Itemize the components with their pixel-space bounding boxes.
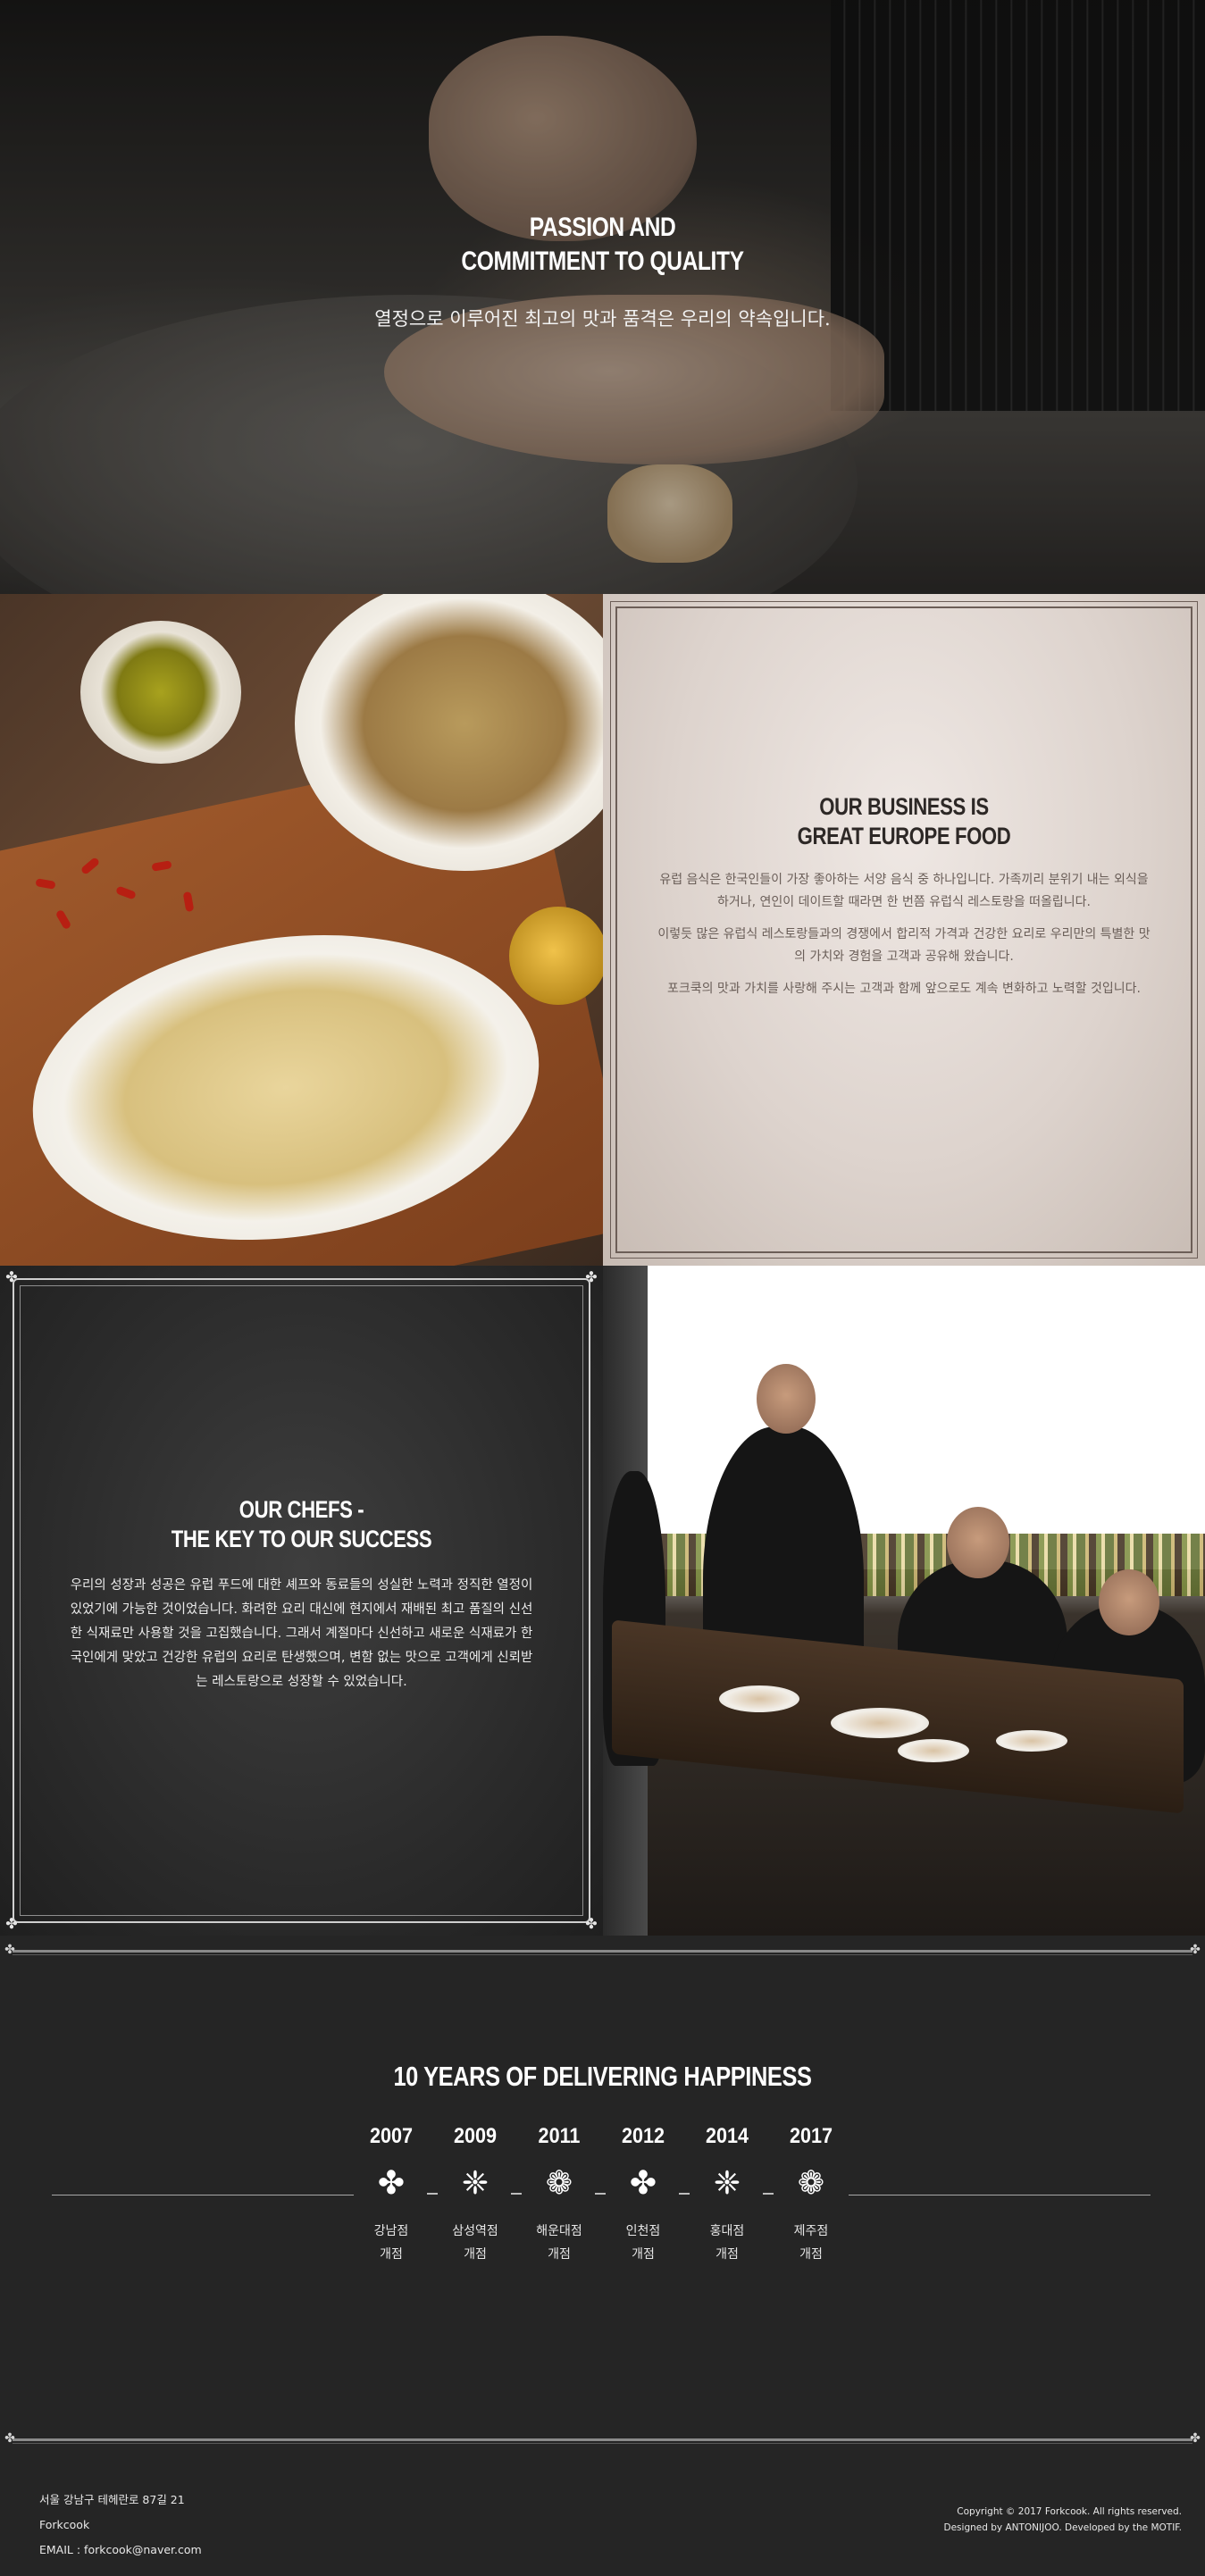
chef-head	[1099, 1569, 1159, 1635]
divider-line: ✤ ✤	[4, 1944, 1201, 1956]
business-title: OUR BUSINESS IS GREAT EUROPE FOOD	[657, 792, 1151, 851]
corner-ornament-icon: ✤	[585, 1268, 598, 1285]
plate	[831, 1708, 929, 1738]
timeline-label-line: 강남점	[373, 2224, 409, 2238]
timeline-label: 제주점 개점	[769, 2220, 853, 2266]
footer-legal: Copyright © 2017 Forkcook. All rights re…	[944, 2504, 1182, 2536]
timeline-label-line: 홍대점	[709, 2224, 745, 2238]
hero-title-line: COMMITMENT TO QUALITY	[461, 247, 744, 276]
pepper-bowl	[80, 621, 241, 764]
timeline-label: 해운대점 개점	[517, 2220, 601, 2266]
chefs-panel: ✤ ✤ ✤ ✤ OUR CHEFS - THE KEY TO OUR SUCCE…	[0, 1266, 603, 1936]
timeline-label-line: 개점	[799, 2247, 823, 2262]
sunflower-icon: ❁	[545, 2165, 573, 2202]
timeline-year: 2009	[453, 2124, 498, 2148]
timeline-label-line: 해운대점	[536, 2224, 582, 2238]
timeline-label-line: 인천점	[625, 2224, 661, 2238]
chefs-section: ✤ ✤ ✤ ✤ OUR CHEFS - THE KEY TO OUR SUCCE…	[0, 1266, 1205, 1936]
divider-ornament-icon: ✤	[1190, 1943, 1201, 1957]
business-paragraph: 이렇듯 많은 유럽식 레스토랑들과의 경쟁에서 합리적 가격과 건강한 요리로 …	[657, 927, 1151, 964]
timeline-label-line: 개점	[380, 2247, 403, 2262]
timeline-item: 2009 ❈ 삼성역점 개점	[433, 2123, 517, 2266]
divider-ornament-icon: ✤	[4, 2431, 15, 2446]
business-paragraph: 유럽 음식은 한국인들이 가장 좋아하는 서양 음식 중 하나입니다. 가족끼리…	[659, 873, 1149, 909]
hero-text: PASSION AND COMMITMENT TO QUALITY 열정으로 이…	[0, 211, 1205, 338]
chefs-title-line: OUR CHEFS -	[238, 1496, 364, 1523]
timeline-label-line: 삼성역점	[452, 2224, 498, 2238]
timeline-label-line: 개점	[548, 2247, 571, 2262]
plate	[996, 1730, 1067, 1752]
timeline-item: 2017 ❁ 제주점 개점	[769, 2123, 853, 2266]
business-title-line: OUR BUSINESS IS	[819, 793, 989, 820]
footer-email-link[interactable]: EMAIL : forkcook@naver.com	[39, 2538, 202, 2563]
timeline-year: 2011	[538, 2124, 581, 2148]
food-photo	[0, 594, 603, 1266]
timeline-year: 2007	[369, 2124, 414, 2148]
business-content: OUR BUSINESS IS GREAT EUROPE FOOD 유럽 음식은…	[603, 792, 1205, 1010]
corner-ornament-icon: ✤	[5, 1268, 18, 1285]
hero-title-line: PASSION AND	[529, 213, 676, 242]
divider-ornament-icon: ✤	[1190, 2431, 1201, 2446]
footer: 서울 강남구 테헤란로 87길 21 Forkcook EMAIL : fork…	[0, 2455, 1205, 2576]
history-section: ✤ ✤ 10 YEARS OF DELIVERING HAPPINESS 200…	[0, 1936, 1205, 2455]
timeline: 2007 ✤ 강남점 개점 2009 ❈ 삼성역점 개점 2011 ❁ 해운대점…	[0, 2123, 1205, 2302]
timeline-label: 강남점 개점	[349, 2220, 433, 2266]
business-section: OUR BUSINESS IS GREAT EUROPE FOOD 유럽 음식은…	[0, 594, 1205, 1266]
timeline-item: 2007 ✤ 강남점 개점	[349, 2123, 433, 2266]
corner-ornament-icon: ✤	[5, 1915, 18, 1932]
flower-cross-icon: ✤	[377, 2165, 406, 2202]
corner-ornament-icon: ✤	[585, 1915, 598, 1932]
history-title: 10 YEARS OF DELIVERING HAPPINESS	[393, 2061, 812, 2092]
flower-cross-icon: ✤	[629, 2165, 657, 2202]
hero-title: PASSION AND COMMITMENT TO QUALITY	[108, 211, 1096, 279]
hero-subtitle: 열정으로 이루어진 최고의 맛과 품격은 우리의 약속입니다.	[374, 308, 831, 330]
sunflower-icon: ❁	[797, 2165, 825, 2202]
plate	[898, 1739, 969, 1762]
timeline-item: 2012 ✤ 인천점 개점	[601, 2123, 685, 2266]
business-title-line: GREAT EUROPE FOOD	[797, 823, 1011, 849]
flower-burst-icon: ❈	[713, 2165, 741, 2202]
timeline-label: 삼성역점 개점	[433, 2220, 517, 2266]
footer-company: Forkcook	[39, 2518, 90, 2531]
timeline-label-line: 개점	[715, 2247, 739, 2262]
divider-ornament-icon: ✤	[4, 1943, 15, 1957]
footer-contact: 서울 강남구 테헤란로 87길 21 Forkcook EMAIL : fork…	[39, 2488, 202, 2563]
business-panel: OUR BUSINESS IS GREAT EUROPE FOOD 유럽 음식은…	[603, 594, 1205, 1266]
chef-head	[947, 1507, 1009, 1578]
hero-section: PASSION AND COMMITMENT TO QUALITY 열정으로 이…	[0, 0, 1205, 594]
footer-credits: Designed by ANTONIJOO. Developed by the …	[943, 2522, 1182, 2533]
timeline-label-line: 개점	[632, 2247, 655, 2262]
plate	[719, 1685, 799, 1712]
timeline-year: 2017	[789, 2124, 833, 2148]
footer-address: 서울 강남구 테헤란로 87길 21	[39, 2493, 185, 2506]
timeline-label: 인천점 개점	[601, 2220, 685, 2266]
timeline-label: 홍대점 개점	[685, 2220, 769, 2266]
chefs-title: OUR CHEFS - THE KEY TO OUR SUCCESS	[54, 1495, 549, 1554]
divider-line: ✤ ✤	[4, 2432, 1201, 2445]
business-paragraph: 포크쿡의 맛과 가치를 사랑해 주시는 고객과 함께 앞으로도 계속 변화하고 …	[667, 982, 1141, 996]
timeline-year: 2014	[705, 2124, 749, 2148]
chefs-title-line: THE KEY TO OUR SUCCESS	[171, 1526, 432, 1552]
timeline-year: 2012	[621, 2124, 665, 2148]
timeline-item: 2014 ❈ 홍대점 개점	[685, 2123, 769, 2266]
chef-head	[757, 1364, 816, 1434]
chefs-photo	[603, 1266, 1205, 1936]
business-text: 유럽 음식은 한국인들이 가장 좋아하는 서양 음식 중 하나입니다. 가족끼리…	[603, 869, 1205, 1000]
timeline-label-line: 개점	[464, 2247, 487, 2262]
footer-copyright: Copyright © 2017 Forkcook. All rights re…	[957, 2506, 1182, 2517]
chefs-paragraph: 우리의 성장과 성공은 유럽 푸드에 대한 셰프와 동료들의 성실한 노력과 정…	[70, 1578, 533, 1689]
chefs-content: OUR CHEFS - THE KEY TO OUR SUCCESS 우리의 성…	[0, 1495, 603, 1694]
flower-burst-icon: ❈	[461, 2165, 490, 2202]
timeline-item: 2011 ❁ 해운대점 개점	[517, 2123, 601, 2266]
olive-oil-jar	[509, 907, 603, 1005]
timeline-label-line: 제주점	[793, 2224, 829, 2238]
